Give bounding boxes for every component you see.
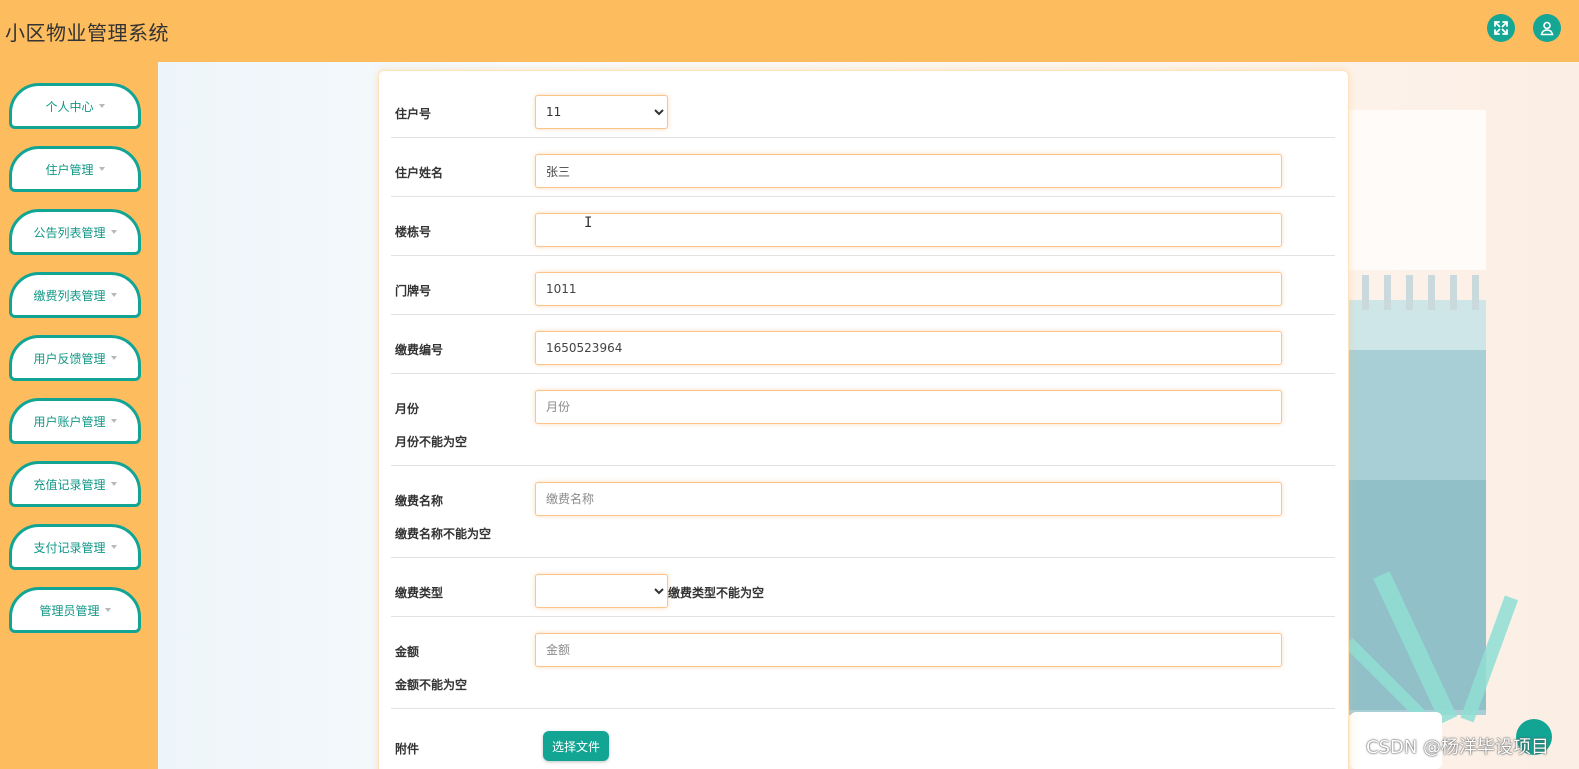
watermark: CSDN @杨洋毕设项目 (1366, 737, 1550, 758)
fee-no-input[interactable] (535, 331, 1282, 365)
background-fence-post (1384, 275, 1391, 310)
top-header: 小区物业管理系统 (0, 0, 1579, 62)
fee-name-input[interactable] (535, 482, 1282, 516)
background-illustration-shade (1348, 480, 1486, 710)
door-no-input[interactable] (535, 272, 1282, 306)
form-row-resident-no: 住户号 11 (391, 71, 1335, 138)
resident-name-input[interactable] (535, 154, 1282, 188)
form-row-fee-type: 缴费类型 缴费类型不能为空 (391, 558, 1335, 617)
amount-error-message: 金额不能为空 (395, 678, 468, 692)
form-row-door-no: 门牌号 (391, 256, 1335, 315)
caret-down-icon (110, 230, 117, 234)
sidebar-item-recharge-records[interactable]: 充值记录管理 (9, 461, 141, 507)
fee-type-select[interactable] (535, 574, 668, 608)
sidebar-item-label: 用户反馈管理 (33, 351, 106, 366)
sidebar-item-label: 缴费列表管理 (33, 288, 106, 303)
sidebar-item-label: 个人中心 (45, 99, 94, 114)
resident-no-label: 住户号 (395, 107, 432, 121)
resident-no-select[interactable]: 11 (535, 95, 668, 129)
caret-down-icon (110, 356, 117, 360)
resident-name-label: 住户姓名 (395, 166, 444, 180)
background-fence-post (1472, 275, 1479, 310)
caret-down-icon (98, 104, 105, 108)
form-row-building-no: 楼栋号 (391, 197, 1335, 256)
building-no-label: 楼栋号 (395, 225, 432, 239)
sidebar-item-admin-management[interactable]: 管理员管理 (9, 587, 141, 633)
caret-down-icon (98, 167, 105, 171)
fullscreen-button[interactable] (1487, 14, 1515, 42)
month-error-message: 月份不能为空 (395, 435, 468, 449)
form-row-resident-name: 住户姓名 (391, 138, 1335, 197)
background-fence-post (1362, 275, 1369, 310)
form-row-fee-no: 缴费编号 (391, 315, 1335, 374)
building-no-input[interactable] (535, 213, 1282, 247)
sidebar-item-label: 支付记录管理 (33, 540, 106, 555)
fee-name-label: 缴费名称 (395, 494, 444, 508)
form-row-attachment: 附件 选择文件 (391, 709, 1335, 769)
background-fence-post (1428, 275, 1435, 310)
fee-form-panel: 住户号 11 住户姓名 楼栋号 门牌号 缴费编号 月份 月份不能为空 缴费名称 … (378, 70, 1349, 769)
form-row-amount: 金额 金额不能为空 (391, 617, 1335, 709)
background-fence-post (1406, 275, 1413, 310)
form-row-month: 月份 月份不能为空 (391, 374, 1335, 466)
amount-label: 金额 (395, 645, 420, 659)
caret-down-icon (110, 419, 117, 423)
month-label: 月份 (395, 402, 420, 416)
sidebar-item-label: 管理员管理 (39, 603, 100, 618)
sidebar-item-fee-management[interactable]: 缴费列表管理 (9, 272, 141, 318)
sidebar-item-resident-management[interactable]: 住户管理 (9, 146, 141, 192)
sidebar: 个人中心 住户管理 公告列表管理 缴费列表管理 用户反馈管理 用户账户管理 充值… (0, 62, 158, 769)
background-fence-post (1450, 275, 1457, 310)
sidebar-item-payment-records[interactable]: 支付记录管理 (9, 524, 141, 570)
sidebar-item-announcement-management[interactable]: 公告列表管理 (9, 209, 141, 255)
caret-down-icon (110, 482, 117, 486)
sidebar-item-label: 公告列表管理 (33, 225, 106, 240)
sidebar-item-account-management[interactable]: 用户账户管理 (9, 398, 141, 444)
fullscreen-expand-icon (1494, 21, 1508, 35)
user-icon (1540, 21, 1554, 36)
attachment-label: 附件 (395, 742, 420, 756)
sidebar-item-label: 用户账户管理 (33, 414, 106, 429)
sidebar-item-feedback-management[interactable]: 用户反馈管理 (9, 335, 141, 381)
sidebar-item-label: 充值记录管理 (33, 477, 106, 492)
text-cursor-icon: I (584, 215, 593, 231)
user-menu-button[interactable] (1533, 14, 1561, 42)
month-input[interactable] (535, 390, 1282, 424)
fee-name-error-message: 缴费名称不能为空 (395, 527, 492, 541)
form-row-fee-name: 缴费名称 缴费名称不能为空 (391, 466, 1335, 558)
caret-down-icon (110, 545, 117, 549)
app-title: 小区物业管理系统 (5, 21, 169, 45)
sidebar-item-label: 住户管理 (45, 162, 94, 177)
sidebar-item-personal-center[interactable]: 个人中心 (9, 83, 141, 129)
caret-down-icon (110, 293, 117, 297)
fee-type-error-message: 缴费类型不能为空 (668, 586, 765, 600)
amount-input[interactable] (535, 633, 1282, 667)
choose-file-button[interactable]: 选择文件 (543, 731, 609, 761)
fee-type-label: 缴费类型 (395, 586, 444, 600)
door-no-label: 门牌号 (395, 284, 432, 298)
background-illustration-panel (1348, 110, 1486, 270)
fee-no-label: 缴费编号 (395, 343, 444, 357)
caret-down-icon (104, 608, 111, 612)
